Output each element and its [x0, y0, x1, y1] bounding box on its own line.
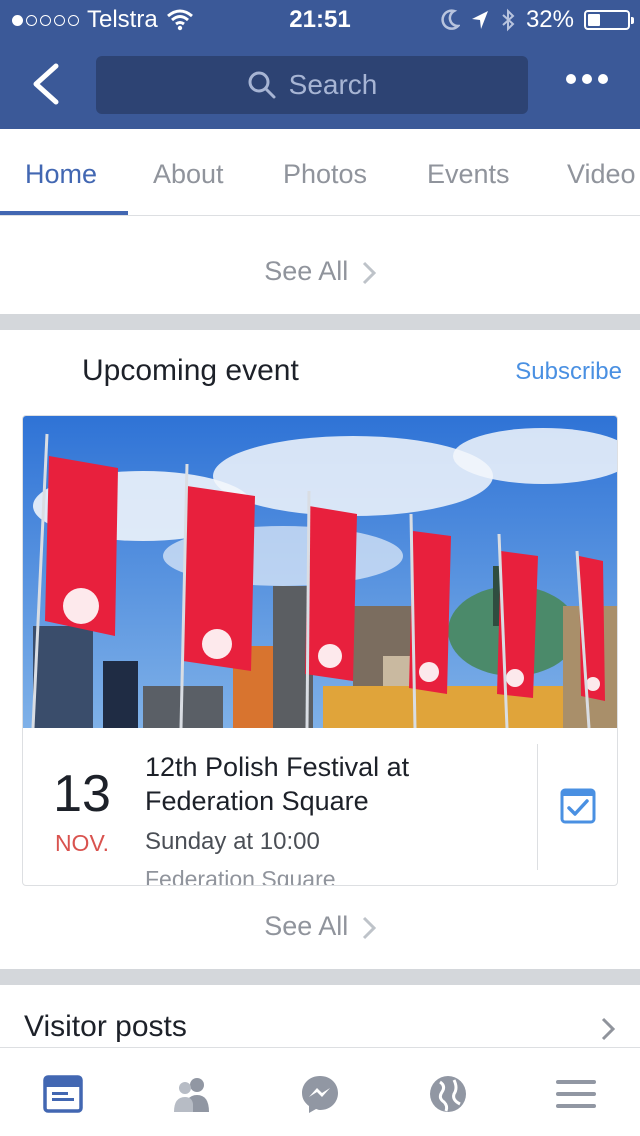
chevron-right-icon: [362, 916, 376, 939]
see-all-label: See All: [264, 256, 349, 286]
battery-fill: [588, 14, 601, 26]
tab-photos[interactable]: Photos: [283, 159, 367, 190]
section-divider: [0, 314, 640, 330]
globe-icon[interactable]: [428, 1074, 468, 1114]
location-arrow-icon: [471, 11, 488, 29]
battery-icon: [584, 10, 634, 30]
event-details: 13 NOV. 12th Polish Festival at Federati…: [23, 728, 617, 885]
chevron-right-icon[interactable]: [600, 1016, 616, 1042]
menu-icon[interactable]: [556, 1074, 596, 1114]
upcoming-event-title: Upcoming event: [82, 354, 299, 387]
subscribe-button[interactable]: Subscribe: [515, 358, 622, 386]
moon-icon: [441, 9, 460, 30]
divider: [537, 744, 538, 870]
active-tab-indicator: [0, 211, 128, 215]
back-chevron-icon[interactable]: [28, 62, 64, 106]
bottom-tab-bar: [0, 1047, 640, 1136]
event-card[interactable]: 13 NOV. 12th Polish Festival at Federati…: [22, 415, 618, 886]
chevron-right-icon: [362, 261, 376, 284]
see-all-link[interactable]: See All: [0, 256, 640, 287]
search-input[interactable]: Search: [96, 56, 528, 114]
event-time: Sunday at 10:00: [145, 828, 320, 855]
tab-about[interactable]: About: [153, 159, 224, 190]
tab-home[interactable]: Home: [25, 159, 97, 190]
news-feed-icon[interactable]: [43, 1074, 83, 1114]
event-day: 13: [53, 765, 111, 823]
friends-icon[interactable]: [172, 1074, 212, 1114]
bluetooth-icon: [502, 8, 515, 32]
more-dots-icon[interactable]: [566, 74, 608, 84]
event-month: NOV.: [54, 830, 110, 856]
visitor-posts-title[interactable]: Visitor posts: [24, 1010, 187, 1044]
status-right: 32%: [440, 6, 634, 34]
tab-video[interactable]: Video: [567, 159, 636, 190]
page-tabs: Home About Photos Events Video: [0, 129, 640, 216]
search-placeholder: Search: [288, 69, 378, 100]
status-bar: Telstra 21:51 32%: [0, 0, 640, 40]
see-all-label: See All: [264, 911, 349, 941]
battery-percent: 32%: [525, 6, 574, 33]
tab-events[interactable]: Events: [427, 159, 510, 190]
event-place: Federation Square: [145, 866, 336, 886]
event-title[interactable]: 12th Polish Festival at Federation Squar…: [145, 750, 525, 818]
see-all-events-link[interactable]: See All: [0, 911, 640, 942]
going-checkbox-icon[interactable]: [560, 788, 596, 824]
section-divider: [0, 969, 640, 985]
search-icon: [248, 71, 276, 99]
top-bar: Telstra 21:51 32% Search: [0, 0, 640, 129]
event-cover-image[interactable]: [23, 416, 617, 728]
messenger-icon[interactable]: [300, 1074, 340, 1114]
